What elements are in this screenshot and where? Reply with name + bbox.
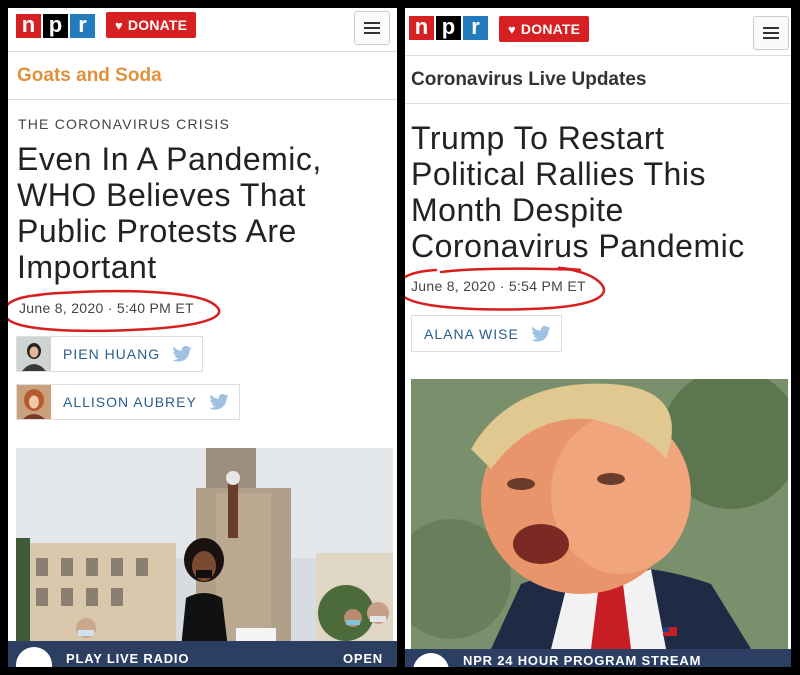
npr-logo-letter-r: r bbox=[70, 14, 95, 38]
donate-label: DONATE bbox=[127, 17, 188, 33]
article-headline: Even In A Pandemic, WHO Believes That Pu… bbox=[17, 141, 322, 285]
author-name: ALLISON AUBREY bbox=[63, 394, 197, 410]
donate-button[interactable]: ♥ DONATE bbox=[499, 16, 590, 42]
donate-button[interactable]: ♥ DONATE bbox=[106, 12, 197, 38]
section-title-link[interactable]: Coronavirus Live Updates bbox=[405, 56, 791, 104]
story-kicker[interactable]: THE CORONAVIRUS CRISIS bbox=[18, 116, 230, 132]
menu-bar-icon bbox=[364, 22, 380, 24]
article-headline: Trump To Restart Political Rallies This … bbox=[411, 120, 745, 264]
npr-logo-letter-r: r bbox=[463, 16, 488, 40]
player-label: PLAY LIVE RADIO bbox=[66, 651, 190, 666]
npr-logo[interactable]: n p r bbox=[16, 14, 95, 38]
player-label: NPR 24 HOUR PROGRAM STREAM bbox=[463, 653, 702, 667]
author-name: PIEN HUANG bbox=[63, 346, 161, 362]
author-byline-allison-aubrey[interactable]: ALLISON AUBREY bbox=[16, 384, 240, 420]
npr-logo-letter-n: n bbox=[16, 14, 41, 38]
twitter-icon[interactable] bbox=[172, 346, 192, 362]
heart-icon: ♥ bbox=[508, 22, 516, 37]
menu-bar-icon bbox=[763, 27, 779, 29]
article-photo-trump[interactable] bbox=[411, 379, 788, 649]
donate-label: DONATE bbox=[520, 21, 581, 37]
npr-logo[interactable]: n p r bbox=[409, 16, 488, 40]
protest-photo-image bbox=[16, 448, 393, 648]
menu-bar-icon bbox=[763, 37, 779, 39]
play-icon[interactable] bbox=[413, 653, 449, 667]
npr-logo-letter-p: p bbox=[43, 14, 68, 38]
trump-photo-image bbox=[411, 379, 788, 649]
section-title-link[interactable]: Goats and Soda bbox=[8, 52, 397, 100]
left-article-screenshot: n p r ♥ DONATE Goats and Soda THE CORONAV… bbox=[8, 8, 397, 667]
right-article-screenshot: n p r ♥ DONATE Coronavirus Live Updates T… bbox=[405, 8, 791, 667]
menu-bar-icon bbox=[763, 32, 779, 34]
author-avatar bbox=[17, 385, 51, 419]
author-byline-alana-wise[interactable]: ALANA WISE bbox=[411, 315, 562, 352]
menu-bar-icon bbox=[364, 27, 380, 29]
player-open-button[interactable]: OPEN bbox=[343, 651, 383, 666]
article-photo-protest[interactable] bbox=[16, 448, 393, 648]
article-dateline: June 8, 2020 · 5:54 PM ET bbox=[411, 278, 586, 294]
heart-icon: ♥ bbox=[115, 18, 123, 33]
npr-logo-letter-p: p bbox=[436, 16, 461, 40]
live-radio-player-bar[interactable]: PLAY LIVE RADIO OPEN bbox=[8, 641, 397, 667]
twitter-icon[interactable] bbox=[531, 325, 551, 342]
npr-logo-letter-n: n bbox=[409, 16, 434, 40]
hamburger-menu-button[interactable] bbox=[354, 11, 390, 45]
program-stream-player-bar[interactable]: NPR 24 HOUR PROGRAM STREAM bbox=[405, 649, 791, 667]
top-navigation-bar: n p r ♥ DONATE bbox=[405, 8, 791, 56]
twitter-icon[interactable] bbox=[209, 394, 229, 410]
author-avatar bbox=[17, 337, 51, 371]
play-icon[interactable] bbox=[16, 647, 52, 667]
hamburger-menu-button[interactable] bbox=[753, 16, 789, 50]
article-dateline: June 8, 2020 · 5:40 PM ET bbox=[19, 300, 194, 316]
top-navigation-bar: n p r ♥ DONATE bbox=[8, 8, 397, 52]
menu-bar-icon bbox=[364, 32, 380, 34]
author-name: ALANA WISE bbox=[424, 325, 519, 342]
author-byline-pien-huang[interactable]: PIEN HUANG bbox=[16, 336, 204, 372]
